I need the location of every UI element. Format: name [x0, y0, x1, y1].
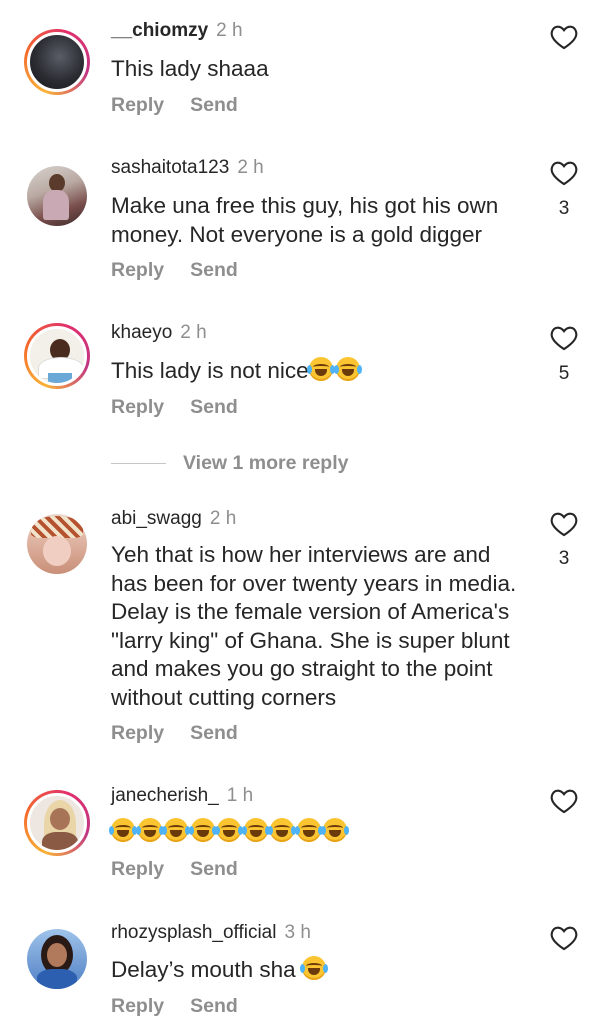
- send-button[interactable]: Send: [190, 94, 238, 116]
- laughing-emoji-icon: [333, 357, 362, 381]
- comment-username[interactable]: rhozysplash_official: [111, 922, 276, 943]
- reply-button[interactable]: Reply: [111, 396, 164, 418]
- like-count: 5: [558, 363, 570, 384]
- laughing-emoji-icon: [268, 818, 296, 842]
- comment-time: 3 h: [284, 922, 311, 943]
- heart-icon[interactable]: [550, 160, 578, 186]
- comment-text: Yeh that is how her interviews are and h…: [111, 542, 517, 710]
- comment-username[interactable]: __chiomzy: [111, 20, 208, 41]
- send-button[interactable]: Send: [190, 858, 238, 880]
- comment-username[interactable]: janecherish_: [111, 785, 219, 806]
- comment-time: 2 h: [180, 322, 207, 343]
- send-button[interactable]: Send: [190, 722, 238, 744]
- avatar[interactable]: [24, 511, 90, 577]
- comment-text: Delay’s mouth sha: [111, 956, 531, 985]
- avatar[interactable]: [24, 163, 90, 229]
- like-count: 3: [558, 198, 570, 219]
- laughing-emoji-icon: [306, 357, 335, 381]
- reply-button[interactable]: Reply: [111, 858, 164, 880]
- comment-text: Make una free this guy, his got his own …: [111, 193, 499, 247]
- heart-icon[interactable]: [550, 325, 578, 351]
- comment-text: This lady shaaa: [111, 56, 269, 81]
- laughing-emoji-icon: [321, 818, 349, 842]
- laughing-emoji-icon: [162, 818, 190, 842]
- heart-icon[interactable]: [550, 925, 578, 951]
- divider: [111, 463, 166, 465]
- comment-time: 2 h: [209, 508, 237, 529]
- heart-icon[interactable]: [550, 511, 578, 537]
- view-more-replies-button[interactable]: View 1 more reply: [111, 452, 348, 475]
- comment-text: This lady is not nice: [111, 357, 531, 386]
- comment-username[interactable]: abi_swagg: [111, 508, 202, 529]
- comment-username[interactable]: khaeyo: [111, 322, 172, 343]
- avatar[interactable]: [24, 323, 90, 389]
- reply-button[interactable]: Reply: [111, 722, 164, 744]
- avatar[interactable]: [24, 926, 90, 992]
- laughing-emoji-icon: [299, 956, 328, 980]
- comment-username[interactable]: sashaitota123: [111, 157, 229, 178]
- comment-time: 2 h: [237, 157, 264, 178]
- send-button[interactable]: Send: [190, 259, 238, 281]
- comment-emoji-row: [109, 818, 531, 847]
- comment-time: 2 h: [216, 20, 243, 41]
- comment-time: 1 h: [226, 785, 254, 806]
- reply-button[interactable]: Reply: [111, 94, 164, 116]
- heart-icon[interactable]: [550, 24, 578, 50]
- laughing-emoji-icon: [188, 818, 217, 842]
- laughing-emoji-icon: [294, 818, 323, 842]
- laughing-emoji-icon: [109, 818, 137, 842]
- send-button[interactable]: Send: [190, 995, 238, 1017]
- laughing-emoji-icon: [241, 818, 270, 842]
- heart-icon[interactable]: [550, 788, 578, 814]
- avatar[interactable]: [24, 29, 90, 95]
- laughing-emoji-icon: [215, 818, 243, 842]
- avatar[interactable]: [24, 790, 90, 856]
- send-button[interactable]: Send: [190, 396, 238, 418]
- view-more-label: View 1 more reply: [183, 452, 349, 474]
- like-count: 3: [558, 548, 570, 569]
- laughing-emoji-icon: [135, 818, 164, 842]
- reply-button[interactable]: Reply: [111, 259, 164, 281]
- reply-button[interactable]: Reply: [111, 995, 164, 1017]
